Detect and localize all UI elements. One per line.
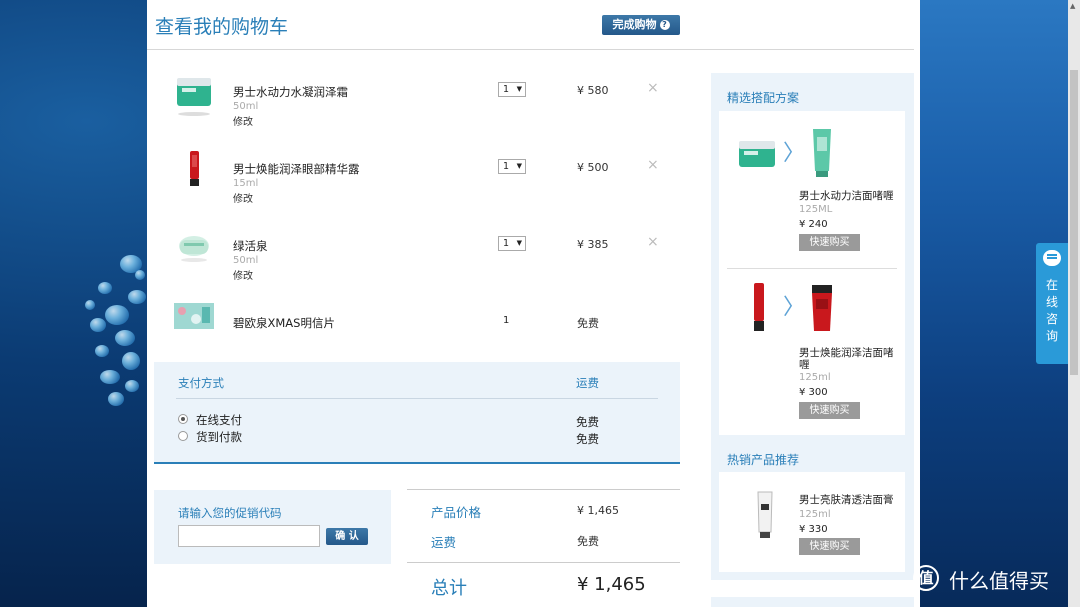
remove-icon[interactable]: × (647, 157, 659, 173)
order-summary: 产品价格 ¥ 1,465 运费 免费 总计 ¥ 1,465 (407, 489, 680, 607)
shipping-heading: 运费 (576, 376, 599, 390)
cart-item: 碧欧泉XMAS明信片 1 免费 (147, 303, 687, 365)
item-price: 免费 (577, 317, 599, 330)
hot-product-price: ¥ 330 (799, 524, 828, 535)
hot-product-card: 男士亮肤清透洁面膏 125ml ¥ 330 快速购买 (719, 472, 905, 572)
quick-buy-button[interactable]: 快速购买 (799, 402, 860, 419)
scroll-up-icon[interactable]: ▲ (1070, 2, 1075, 10)
total-value: ¥ 1,465 (577, 574, 646, 595)
payment-option-label[interactable]: 在线支付 (196, 412, 242, 428)
quantity-select[interactable]: 1 ▼ (498, 159, 526, 174)
product-tube-icon (812, 285, 832, 331)
chevron-right-icon: 〉 (783, 141, 806, 166)
bundle-product-name[interactable]: 男士水动力洁面啫喱 (799, 190, 899, 202)
item-price: ¥ 580 (577, 84, 609, 97)
postcard-icon (174, 303, 214, 329)
payment-section: 支付方式 运费 在线支付 免费 货到付款 免费 (154, 362, 680, 464)
item-quantity: 1 (503, 315, 510, 326)
watermark-text: 什么值得买 (949, 569, 1049, 593)
quantity-value: 1 (503, 84, 510, 95)
bundle-product-price: ¥ 240 (799, 219, 828, 230)
quantity-select[interactable]: 1 ▼ (498, 236, 526, 251)
edit-link[interactable]: 修改 (233, 113, 253, 128)
remove-icon[interactable]: × (647, 80, 659, 96)
cart-item: 男士水动力水凝润泽霜 50ml 修改 1 ▼ ¥ 580 × (147, 74, 687, 134)
hot-products-title: 热销产品推荐 (727, 453, 800, 467)
quick-buy-button[interactable]: 快速购买 (799, 538, 860, 555)
radio-online-payment[interactable] (178, 414, 188, 424)
chevron-right-icon: 〉 (783, 295, 806, 320)
quick-buy-button[interactable]: 快速购买 (799, 234, 860, 251)
edit-link[interactable]: 修改 (233, 190, 253, 205)
edit-link[interactable]: 修改 (233, 267, 253, 282)
item-price: ¥ 385 (577, 238, 609, 251)
cart-item: 绿活泉 50ml 修改 1 ▼ ¥ 385 × (147, 228, 687, 288)
bundle-title: 精选搭配方案 (727, 91, 800, 105)
scrollbar-thumb[interactable] (1070, 70, 1078, 375)
product-tube-icon (757, 491, 773, 538)
promo-confirm-button[interactable]: 确 认 (326, 528, 368, 545)
title-divider (147, 49, 914, 50)
item-name[interactable]: 男士焕能润泽眼部精华露 (233, 161, 360, 177)
finish-shopping-button[interactable]: 完成购物? (602, 15, 680, 35)
radio-cash-on-delivery[interactable] (178, 431, 188, 441)
item-name[interactable]: 男士水动力水凝润泽霜 (233, 84, 348, 100)
scrollbar[interactable]: ▲ (1068, 0, 1080, 607)
page-title: 查看我的购物车 (155, 16, 289, 38)
shipping-value: 免费 (577, 535, 599, 548)
bundle-card: 〉 男士水动力洁面啫喱 125ML ¥ 240 快速购买 〉 男士焕能润泽洁面啫… (719, 111, 905, 435)
item-size: 15ml (233, 178, 259, 189)
bundle-product-price: ¥ 300 (799, 387, 828, 398)
product-jar-icon (739, 141, 775, 167)
item-name[interactable]: 碧欧泉XMAS明信片 (233, 315, 335, 331)
cart-panel: 查看我的购物车 完成购物? 男士水动力水凝润泽霜 50ml 修改 1 ▼ ¥ 58… (147, 0, 920, 607)
cart-item: 男士焕能润泽眼部精华露 15ml 修改 1 ▼ ¥ 500 × (147, 151, 687, 211)
consult-label: 在线咨询 (1045, 278, 1058, 343)
promo-section: 请输入您的促销代码 确 认 (154, 490, 391, 564)
product-tube-icon (754, 283, 764, 331)
summary-divider (407, 562, 680, 563)
product-tube-icon (813, 129, 831, 177)
chevron-down-icon: ▼ (516, 85, 522, 93)
quantity-select[interactable]: 1 ▼ (498, 82, 526, 97)
item-price: ¥ 500 (577, 161, 609, 174)
payment-option-label[interactable]: 货到付款 (196, 429, 242, 445)
product-price-value: ¥ 1,465 (577, 504, 619, 517)
remove-icon[interactable]: × (647, 234, 659, 250)
watermark: 值 什么值得买 (913, 563, 1078, 595)
recommendation-sidebar: 精选搭配方案 〉 男士水动力洁面啫喱 125ML ¥ 240 快速购买 〉 男士… (711, 73, 914, 580)
bundle-product-name[interactable]: 男士焕能润泽洁面啫喱 (799, 347, 899, 371)
hot-product-size: 125ml (799, 509, 831, 520)
shipping-value: 免费 (576, 415, 599, 429)
product-jar-icon (177, 78, 211, 116)
quantity-value: 1 (503, 238, 510, 249)
item-size: 50ml (233, 101, 259, 112)
promo-label: 请输入您的促销代码 (178, 506, 282, 520)
product-tube-icon (190, 151, 199, 186)
chevron-down-icon: ▼ (516, 239, 522, 247)
payment-divider (176, 398, 658, 399)
shipping-value: 免费 (576, 432, 599, 446)
payment-heading: 支付方式 (178, 376, 224, 390)
bundle-divider (727, 268, 897, 269)
item-name[interactable]: 绿活泉 (233, 238, 268, 254)
quantity-value: 1 (503, 161, 510, 172)
product-jar-icon (179, 236, 209, 262)
hot-product-name[interactable]: 男士亮肤清透洁面膏 (799, 494, 899, 506)
bundle-product-size: 125ML (799, 204, 833, 215)
promo-code-input[interactable] (178, 525, 320, 547)
chevron-down-icon: ▼ (516, 162, 522, 170)
item-size: 50ml (233, 255, 259, 266)
shipping-label: 运费 (431, 535, 457, 550)
chat-icon (1043, 250, 1061, 266)
watermark-logo: 值 (913, 565, 939, 591)
bundle-product-size: 125ml (799, 372, 831, 383)
recommendation-next-section (711, 597, 914, 607)
total-label: 总计 (431, 578, 467, 599)
finish-button-label: 完成购物 (612, 18, 657, 31)
online-consult-button[interactable]: 在线咨询 (1036, 243, 1068, 364)
help-icon: ? (659, 20, 670, 30)
product-price-label: 产品价格 (431, 505, 482, 520)
